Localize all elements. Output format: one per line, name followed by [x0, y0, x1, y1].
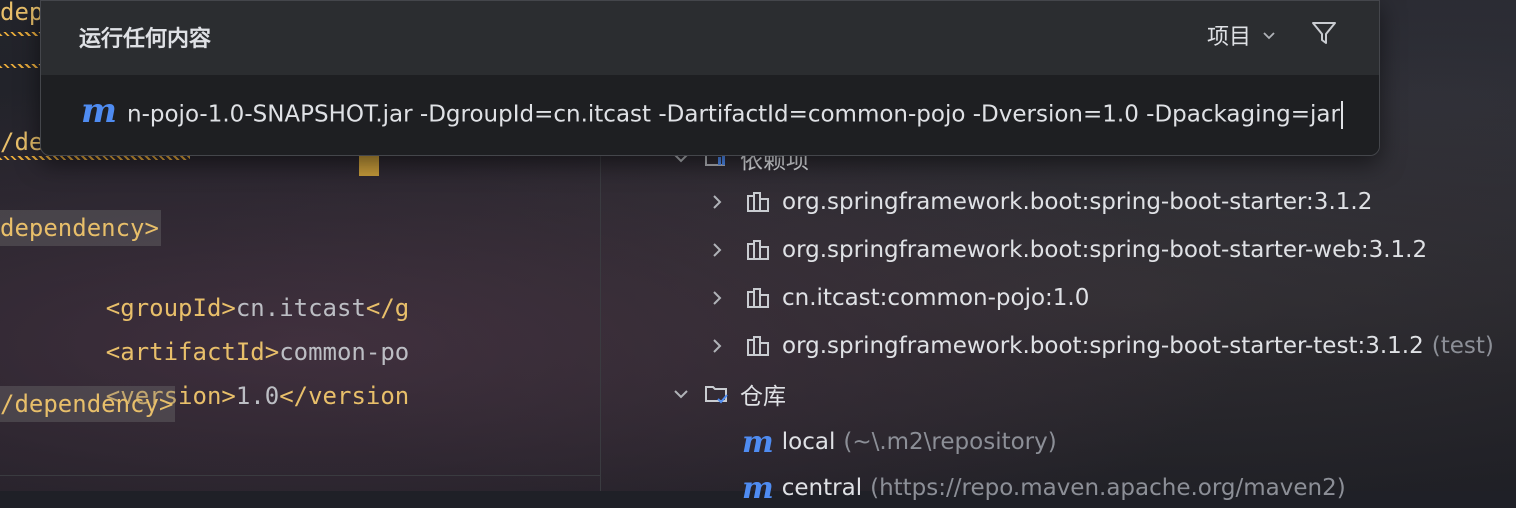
code-line-groupid: <groupId>cn.itcast</g [48, 254, 409, 322]
library-icon [747, 288, 769, 308]
code-line-version: <version>1.0</version [48, 342, 409, 410]
chevron-down-icon [1263, 32, 1275, 40]
chevron-right-icon[interactable] [706, 239, 728, 261]
maven-icon: m [81, 91, 117, 131]
code-line-dependency-open: dependency> [0, 210, 161, 246]
folder-check-icon [705, 386, 728, 404]
library-icon [747, 240, 769, 260]
popup-title: 运行任何内容 [79, 27, 212, 52]
command-input[interactable]: n-pojo-1.0-SNAPSHOT.jar -DgroupId=cn.itc… [127, 101, 1343, 129]
scope-dropdown[interactable]: 项目 [1207, 19, 1277, 51]
repository-url: (https://repo.maven.apache.org/maven2) [870, 475, 1346, 501]
chevron-right-icon[interactable] [706, 287, 728, 309]
scope-label: 项目 [1207, 25, 1252, 50]
dependency-label: org.springframework.boot:spring-boot-sta… [782, 189, 1373, 215]
repository-path: (~\.m2\repository) [843, 429, 1057, 455]
chevron-right-icon[interactable] [706, 191, 728, 213]
code-line-dep-close-fragment: /de [0, 128, 44, 156]
command-text: n-pojo-1.0-SNAPSHOT.jar -DgroupId=cn.itc… [127, 101, 1340, 128]
filter-icon[interactable] [1309, 18, 1339, 48]
scope-suffix: (test) [1431, 333, 1494, 359]
tree-item-dependency[interactable]: org.springframework.boot:spring-boot-sta… [706, 182, 1372, 222]
xml-value: 1.0 [235, 382, 280, 410]
tree-item-repository[interactable]: m central (https://repo.maven.apache.org… [742, 468, 1346, 508]
repository-label: central [781, 475, 863, 501]
tree-node-repositories[interactable]: 仓库 [670, 374, 786, 414]
tree-item-dependency[interactable]: org.springframework.boot:spring-boot-sta… [706, 230, 1427, 270]
chevron-right-icon[interactable] [706, 335, 728, 357]
maven-icon: m [742, 470, 774, 506]
code-line-artifactid: <artifactId>common-po [48, 298, 409, 366]
code-line-dependency-close: /dependency> [0, 386, 176, 422]
library-icon [747, 192, 769, 212]
code-line-dep-fragment: dep [0, 0, 44, 26]
run-anything-popup[interactable]: 运行任何内容 项目 m n-pojo-1.0-SNAPSHOT.jar -Dgr… [40, 0, 1380, 156]
dependency-label: cn.itcast:common-pojo:1.0 [782, 285, 1090, 311]
repository-label: local [781, 429, 836, 455]
tree-item-repository[interactable]: m local (~\.m2\repository) [742, 422, 1057, 462]
error-squiggle [0, 32, 40, 36]
error-squiggle [0, 156, 190, 160]
dependency-label: org.springframework.boot:spring-boot-sta… [782, 333, 1424, 359]
xml-tag: </version [279, 382, 410, 410]
warning-marker[interactable] [359, 154, 379, 176]
text-caret [1340, 101, 1343, 129]
divider [0, 475, 600, 476]
error-squiggle [0, 64, 40, 68]
tree-item-dependency[interactable]: cn.itcast:common-pojo:1.0 [706, 278, 1089, 318]
chevron-down-icon[interactable] [670, 383, 692, 405]
tree-label-repositories: 仓库 [740, 384, 786, 410]
dependency-label: org.springframework.boot:spring-boot-sta… [782, 237, 1428, 263]
maven-icon: m [742, 424, 774, 460]
popup-header: 运行任何内容 项目 [41, 1, 1379, 75]
tree-item-dependency[interactable]: org.springframework.boot:spring-boot-sta… [706, 326, 1494, 366]
library-icon [747, 336, 769, 356]
